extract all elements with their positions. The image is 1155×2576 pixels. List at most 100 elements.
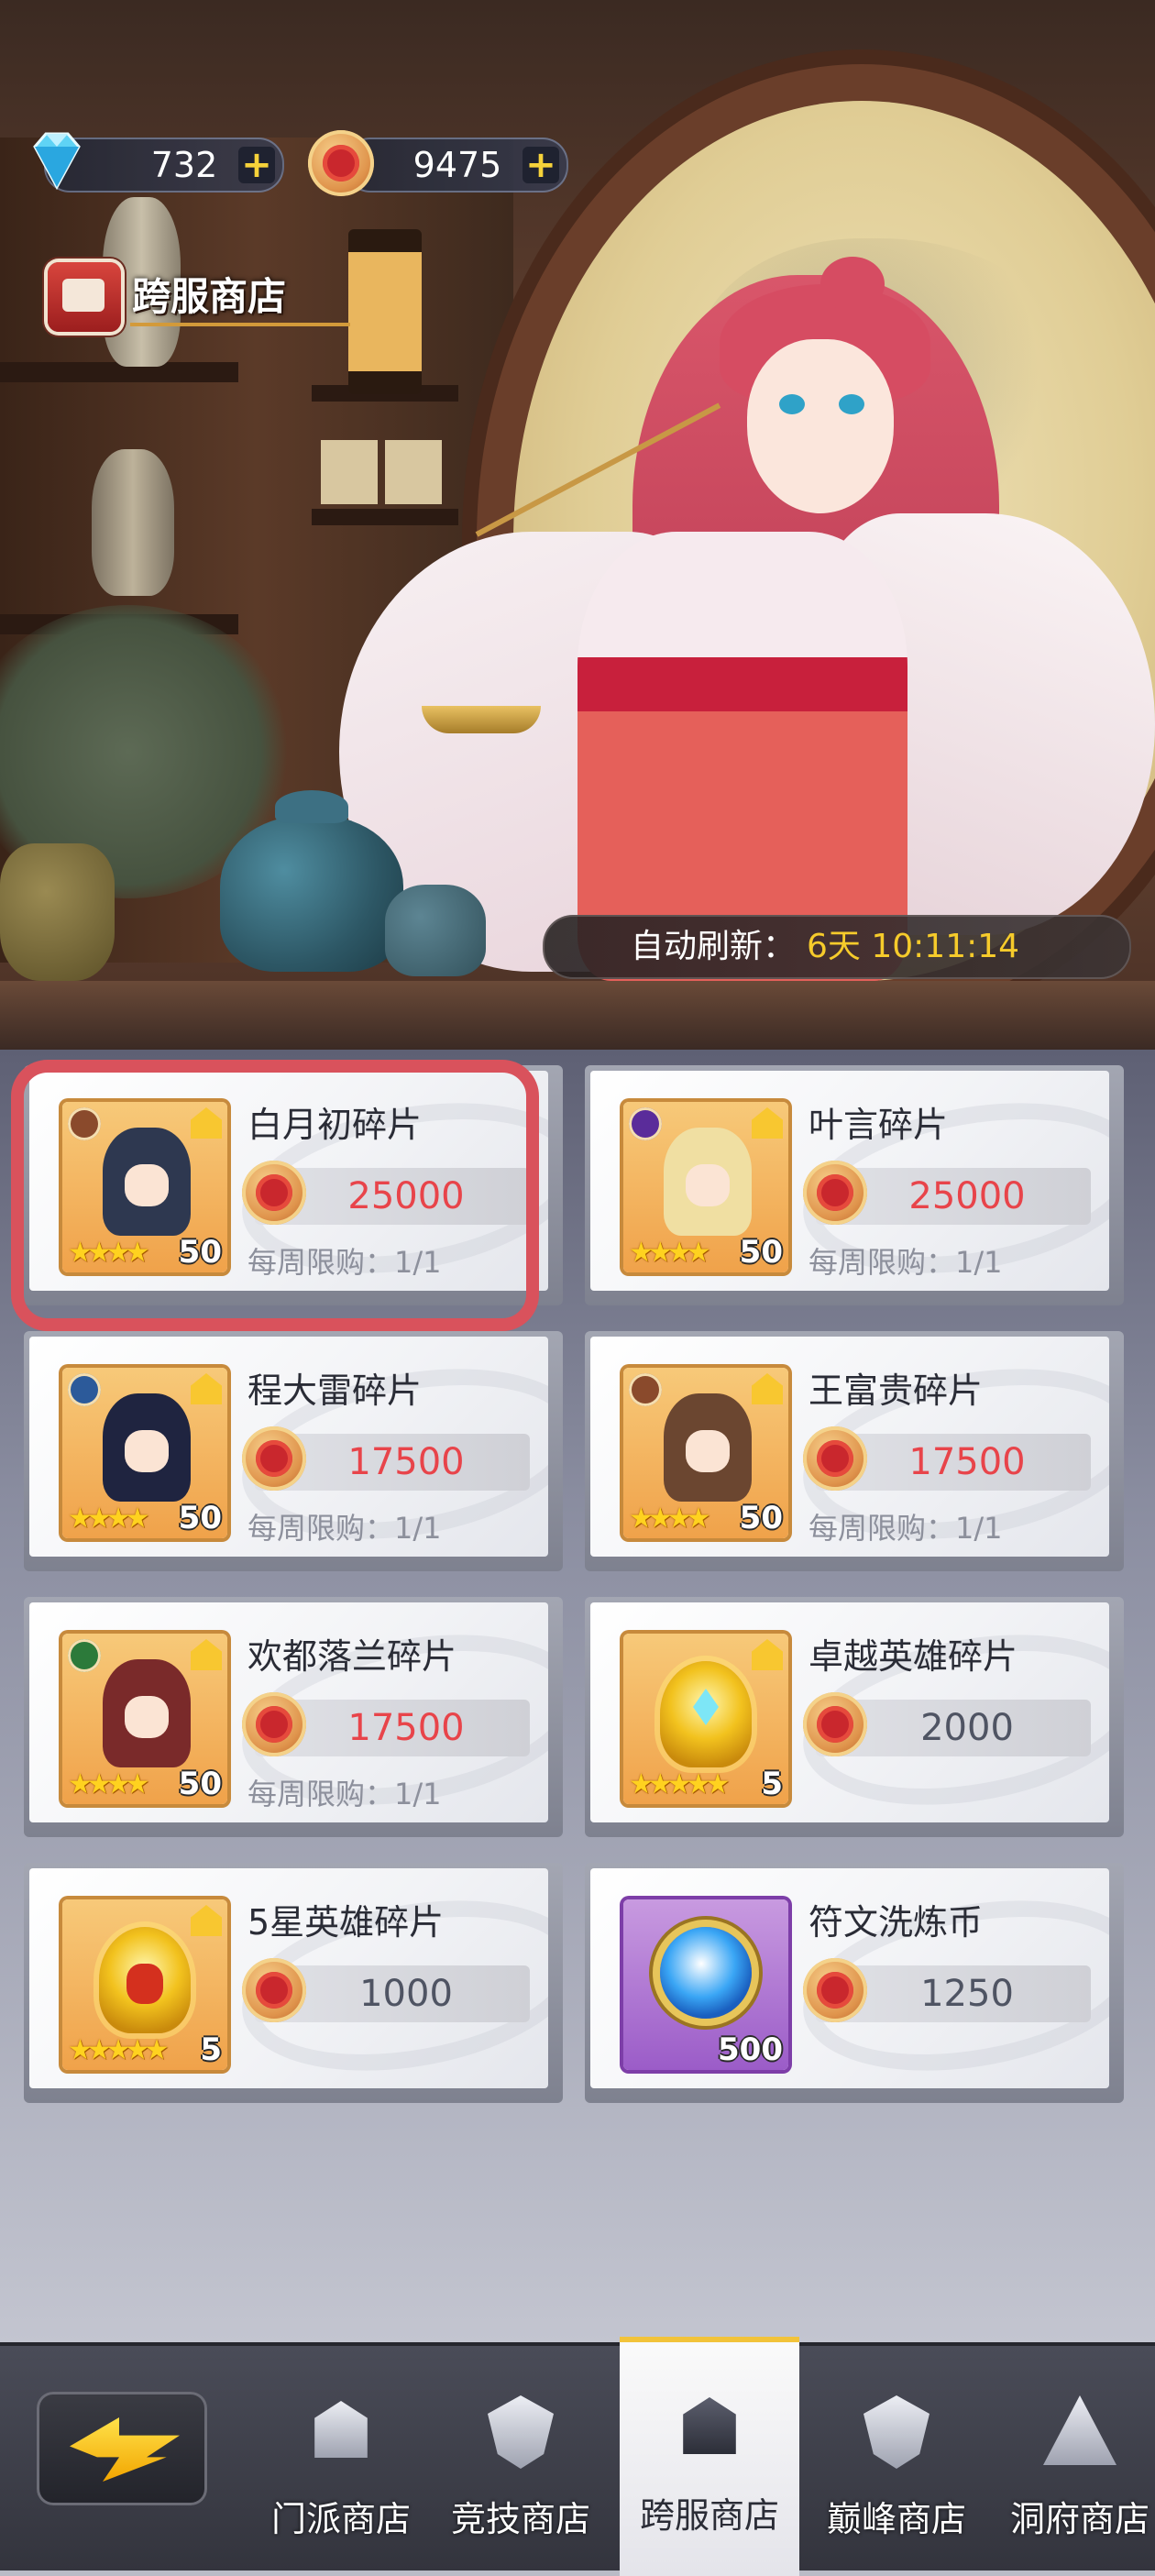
- shop-coin-icon: [803, 1161, 867, 1225]
- gate-icon: [295, 2383, 387, 2474]
- item-quantity: 50: [178, 1766, 222, 1802]
- shield-icon: [475, 2383, 566, 2474]
- tab-cross-server-shop[interactable]: 跨服商店: [620, 2337, 799, 2576]
- card-body: 500 符文洗炼币 1250: [590, 1868, 1109, 2088]
- shop-coin-icon: [803, 1692, 867, 1756]
- shop-item-card[interactable]: ★★★★★ 5 5星英雄碎片 1000: [24, 1863, 563, 2103]
- back-button[interactable]: [37, 2392, 207, 2505]
- item-quantity: 50: [739, 1500, 783, 1536]
- item-price: 17500: [347, 1441, 465, 1483]
- add-coins-button[interactable]: +: [522, 147, 559, 183]
- shop-item-card[interactable]: ★★★★ 50 王富贵碎片 17500 每周限购：1/1: [585, 1331, 1124, 1571]
- tab-cave-shop[interactable]: 洞府商店: [990, 2346, 1155, 2570]
- star-rating: ★★★★★: [68, 2034, 170, 2066]
- item-name: 5星英雄碎片: [248, 1902, 445, 1943]
- card-body: ★★★★ 50 叶言碎片 25000 每周限购：1/1: [590, 1071, 1109, 1291]
- hero-shard-corner-icon: [191, 1905, 222, 1936]
- shop-coin-icon: [308, 130, 374, 196]
- gold-helmet-gem-icon: [660, 1661, 752, 1767]
- star-rating: ★★★★: [68, 1768, 150, 1800]
- item-price: 17500: [908, 1441, 1026, 1483]
- item-thumbnail: ★★★★ 50: [623, 1368, 788, 1538]
- shop-coin-icon: [803, 1426, 867, 1491]
- item-price: 2000: [920, 1707, 1014, 1749]
- faction-icon: [68, 1639, 101, 1672]
- card-body: ★★★★ 50 欢都落兰碎片 17500 每周限购：1/1: [29, 1602, 548, 1822]
- character-body: [578, 532, 908, 981]
- counter-top: [0, 981, 1155, 1050]
- item-name: 卓越英雄碎片: [808, 1636, 1018, 1677]
- tea-jar-decoration: [220, 790, 403, 972]
- tab-label: 跨服商店: [639, 2495, 779, 2536]
- item-thumbnail: ★★★★ 50: [62, 1634, 227, 1804]
- item-price: 25000: [908, 1175, 1026, 1217]
- tab-sect-shop[interactable]: 门派商店: [251, 2346, 431, 2570]
- character-hair-bun: [820, 257, 885, 312]
- character-eye: [779, 394, 805, 414]
- star-rating: ★★★★: [629, 1237, 711, 1269]
- purchase-limit: 每周限购：1/1: [808, 1511, 1003, 1546]
- coin-counter: 9475 +: [345, 138, 568, 193]
- bottom-navigation: 门派商店 竞技商店 跨服商店 巅峰商店 洞府商店: [0, 2337, 1155, 2576]
- shop-item-card[interactable]: ★★★★★ 5 卓越英雄碎片 2000: [585, 1597, 1124, 1837]
- item-price: 17500: [347, 1707, 465, 1749]
- character-face: [747, 339, 894, 513]
- hero-shard-corner-icon: [752, 1639, 783, 1670]
- item-thumbnail: 500: [623, 1899, 788, 2070]
- item-name: 欢都落兰碎片: [248, 1636, 457, 1677]
- shopkeeper-character: [302, 257, 1155, 981]
- rune-coin-icon: [660, 1927, 752, 2019]
- star-rating: ★★★★★: [629, 1768, 731, 1800]
- item-thumbnail: ★★★★ 50: [623, 1102, 788, 1272]
- item-name: 王富贵碎片: [808, 1371, 984, 1411]
- shop-title: 跨服商店: [48, 259, 350, 332]
- card-body: ★★★★ 50 王富贵碎片 17500 每周限购：1/1: [590, 1337, 1109, 1557]
- tab-peak-shop[interactable]: 巅峰商店: [807, 2346, 986, 2570]
- star-rating: ★★★★: [629, 1503, 711, 1535]
- hero-shard-corner-icon: [752, 1107, 783, 1139]
- peak-shield-icon: [851, 2383, 942, 2474]
- item-quantity: 5: [200, 2031, 222, 2068]
- coin-amount: 9475: [412, 145, 502, 185]
- tab-arena-shop[interactable]: 竞技商店: [431, 2346, 610, 2570]
- shop-coin-icon: [242, 1958, 306, 2022]
- star-rating: ★★★★: [68, 1503, 150, 1535]
- hero-portrait: [664, 1128, 752, 1236]
- hero-shard-corner-icon: [191, 1373, 222, 1404]
- item-quantity: 500: [718, 2031, 783, 2068]
- refresh-label: 自动刷新：: [631, 928, 797, 965]
- auto-refresh-timer: 自动刷新： 6天 10:11:14: [543, 915, 1131, 979]
- faction-icon: [68, 1373, 101, 1406]
- shop-item-card[interactable]: ★★★★ 50 欢都落兰碎片 17500 每周限购：1/1: [24, 1597, 563, 1837]
- hero-portrait: [664, 1393, 752, 1502]
- hero-shard-corner-icon: [191, 1639, 222, 1670]
- purchase-limit: 每周限购：1/1: [248, 1777, 442, 1811]
- hero-portrait: [103, 1393, 191, 1502]
- item-quantity: 50: [739, 1234, 783, 1271]
- purchase-limit: 每周限购：1/1: [808, 1245, 1003, 1280]
- add-diamonds-button[interactable]: +: [238, 147, 275, 183]
- shop-item-card[interactable]: ★★★★ 50 叶言碎片 25000 每周限购：1/1: [585, 1065, 1124, 1305]
- shop-item-card[interactable]: ★★★★ 50 程大雷碎片 17500 每周限购：1/1: [24, 1331, 563, 1571]
- pagoda-icon: [664, 2379, 755, 2471]
- card-body: ★★★★★ 5 卓越英雄碎片 2000: [590, 1602, 1109, 1822]
- item-quantity: 5: [761, 1766, 783, 1802]
- item-price: 1250: [920, 1973, 1014, 2015]
- item-name: 程大雷碎片: [248, 1371, 423, 1411]
- shop-coin-icon: [803, 1958, 867, 2022]
- item-thumbnail: ★★★★ 50: [62, 1368, 227, 1538]
- title-underline: [130, 323, 350, 326]
- faction-icon: [629, 1107, 662, 1140]
- refresh-countdown: 6天 10:11:14: [807, 928, 1020, 965]
- diamond-amount: 732: [150, 145, 218, 185]
- scale-pan: [422, 706, 541, 733]
- hero-shard-corner-icon: [752, 1373, 783, 1404]
- item-thumbnail: ★★★★★ 5: [623, 1634, 788, 1804]
- item-thumbnail: ★★★★★ 5: [62, 1899, 227, 2070]
- back-arrow-icon: [70, 2417, 180, 2482]
- mountain-icon: [1034, 2383, 1126, 2474]
- vase-decoration: [0, 843, 115, 981]
- shop-item-card[interactable]: 500 符文洗炼币 1250: [585, 1863, 1124, 2103]
- item-name: 符文洗炼币: [808, 1902, 984, 1943]
- faction-icon: [629, 1373, 662, 1406]
